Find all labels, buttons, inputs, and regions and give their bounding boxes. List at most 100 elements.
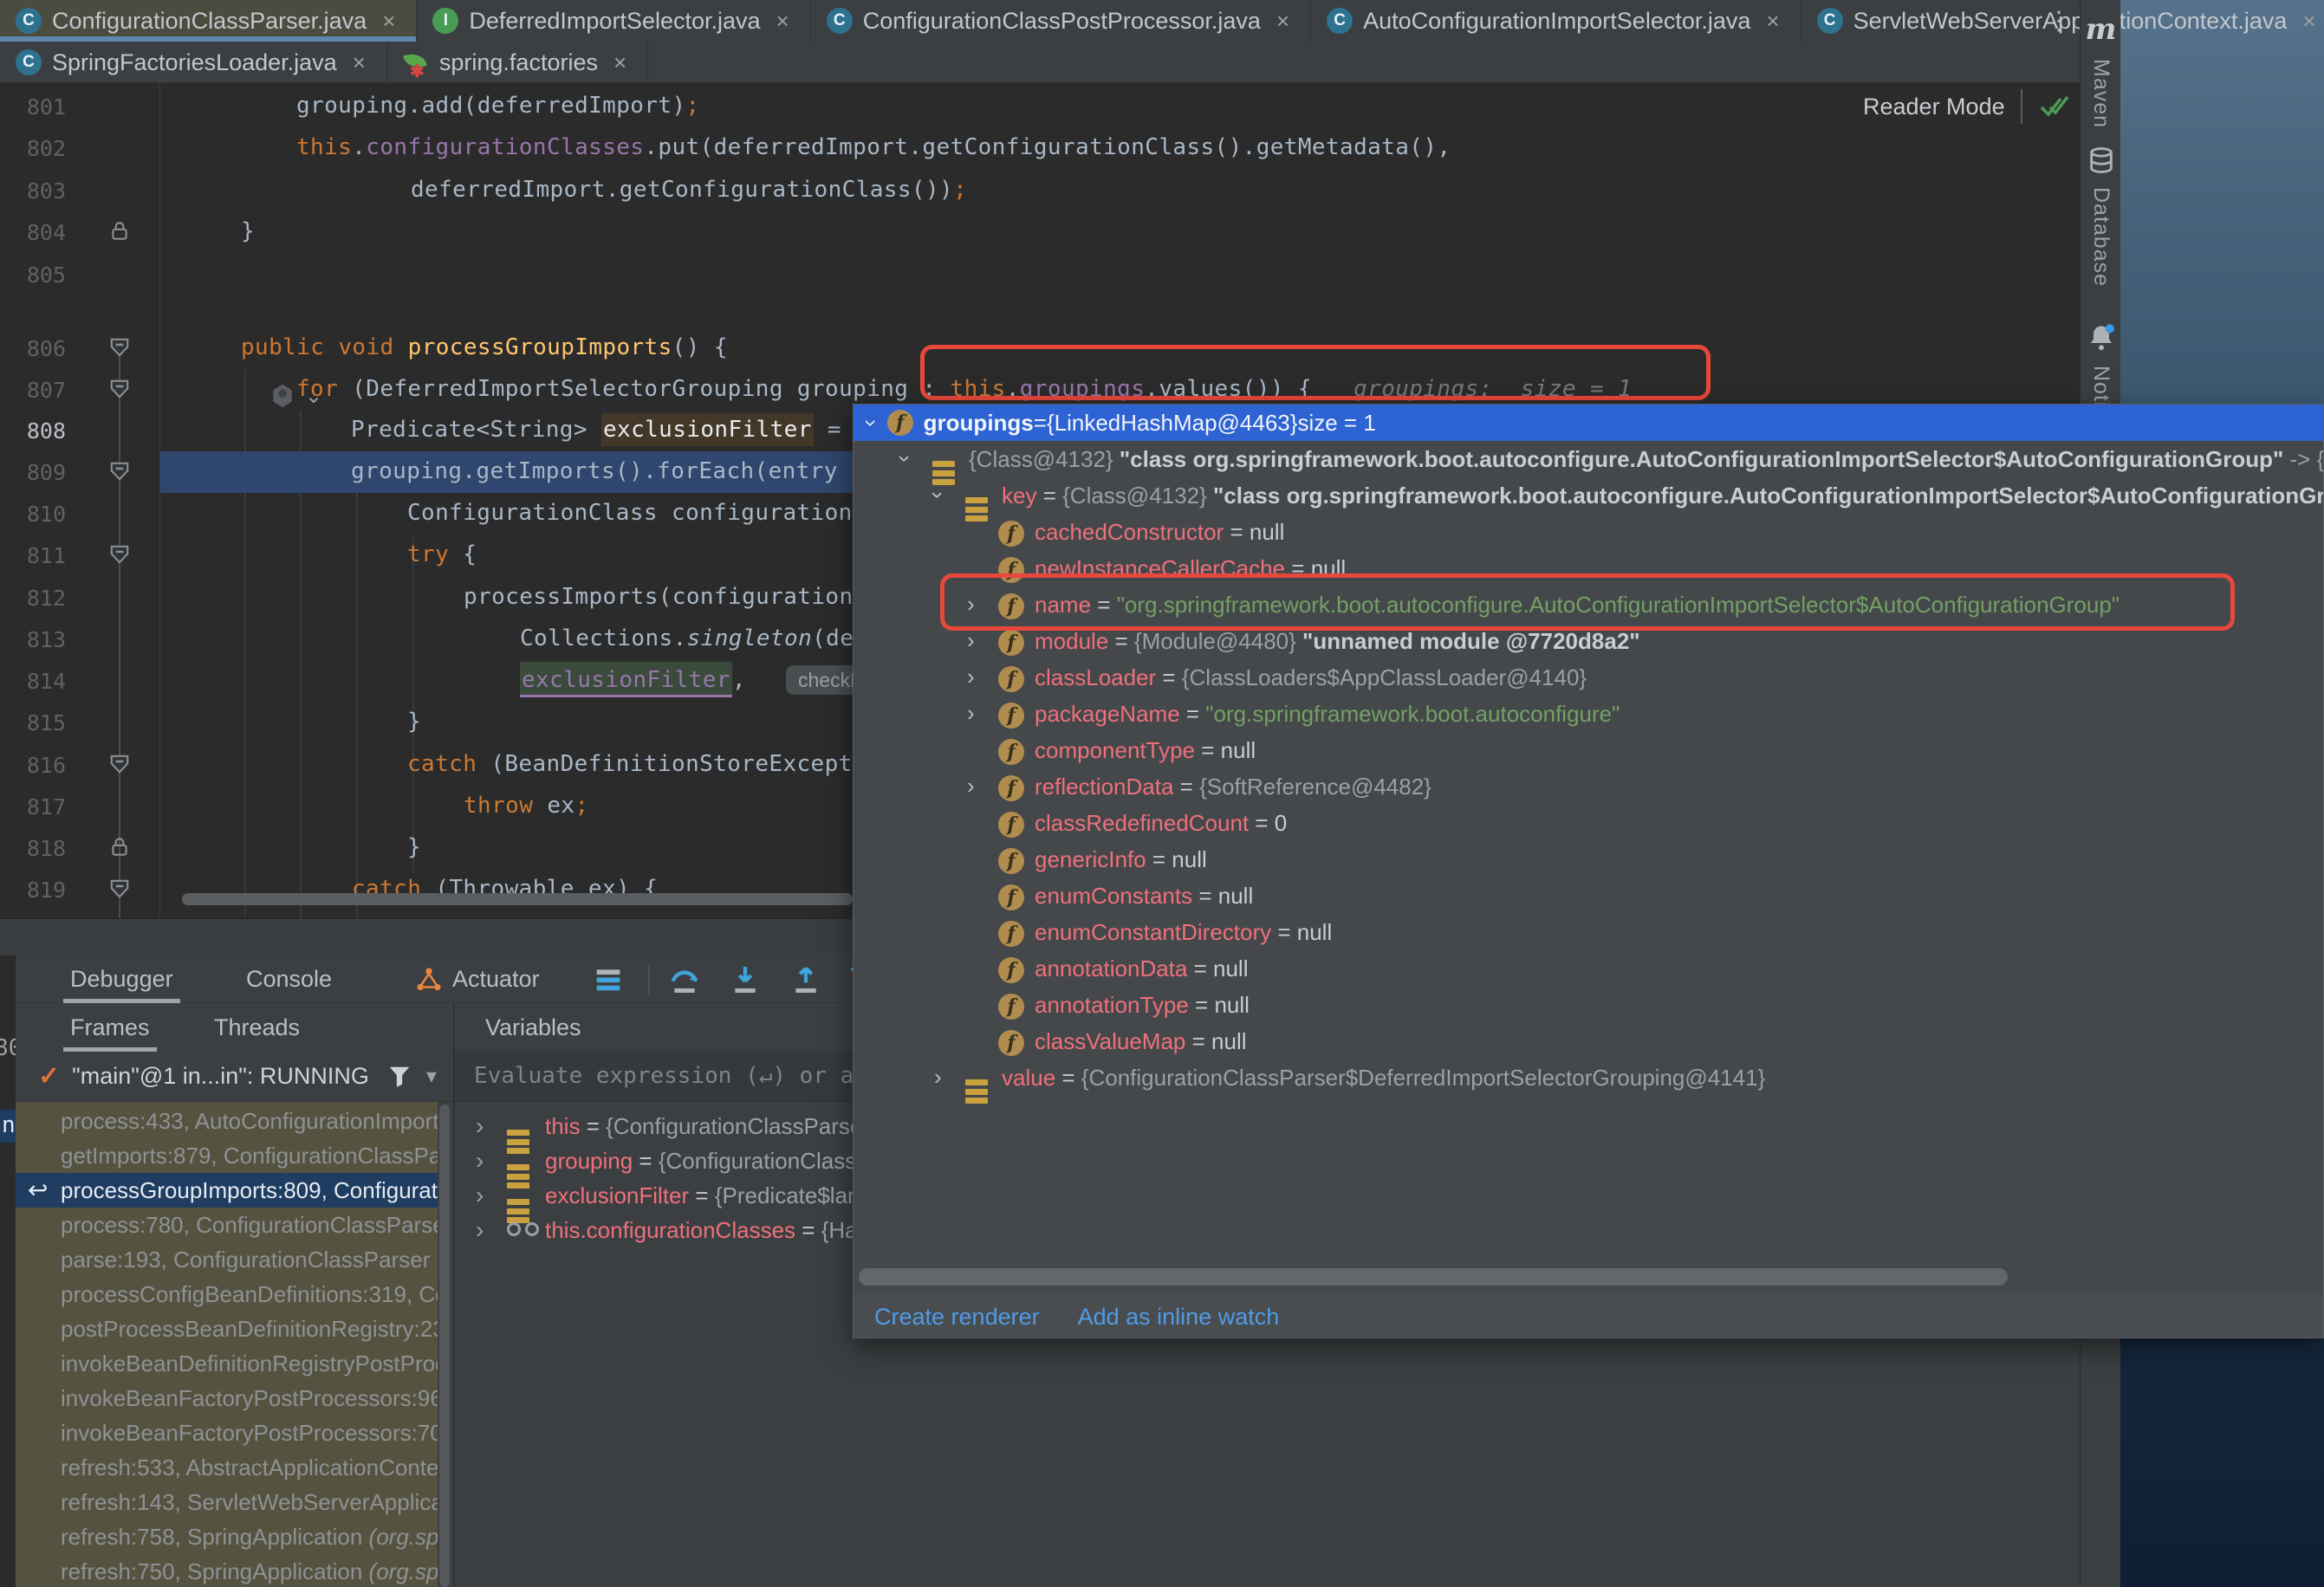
- chevron-right-icon[interactable]: ›: [476, 1147, 484, 1175]
- frames-list[interactable]: process:433, AutoConfigurationImportSele…: [16, 1102, 438, 1587]
- frame-row[interactable]: getImports:879, ConfigurationClassParser: [16, 1138, 438, 1173]
- frame-row[interactable]: invokeBeanDefinitionRegistryPostProcesso…: [16, 1346, 438, 1381]
- popup-tree-row[interactable]: fcachedConstructor = null: [854, 514, 2324, 550]
- tool-stripe-Maven[interactable]: mMaven: [2081, 12, 2121, 128]
- fold-marker-icon[interactable]: [108, 878, 131, 900]
- code-vision-inlay[interactable]: ⌄: [269, 383, 329, 409]
- close-icon[interactable]: ×: [1766, 8, 1779, 35]
- code-line-802[interactable]: 802this.configurationClasses.put(deferre…: [0, 127, 2080, 169]
- editor-horizontal-scrollbar[interactable]: [182, 893, 853, 905]
- fold-lock-icon[interactable]: [108, 836, 131, 858]
- fold-marker-icon[interactable]: [108, 378, 131, 400]
- frame-row[interactable]: refresh:750, SpringApplication (org.spri…: [16, 1554, 438, 1587]
- popup-tree-row[interactable]: fannotationType = null: [854, 987, 2324, 1023]
- code-line-803[interactable]: 803deferredImport.getConfigurationClass(…: [0, 170, 2080, 211]
- panel-tab-Console[interactable]: Console: [246, 955, 332, 1003]
- subtab-Frames[interactable]: Frames: [70, 1003, 150, 1052]
- close-icon[interactable]: ×: [1276, 8, 1289, 35]
- popup-tree-row[interactable]: ›key = {Class@4132} "class org.springfra…: [854, 477, 2324, 514]
- fold-lock-icon[interactable]: [108, 220, 131, 243]
- layout-options-icon[interactable]: [591, 962, 626, 997]
- frame-row[interactable]: parse:193, ConfigurationClassParser: [16, 1242, 438, 1277]
- code-text: throw ex;: [464, 793, 589, 819]
- frames-scrollbar[interactable]: [439, 1104, 450, 1587]
- chevron-down-icon[interactable]: ▾: [426, 1064, 437, 1089]
- field-icon: f: [998, 812, 1024, 838]
- frame-row[interactable]: refresh:533, AbstractApplicationContext: [16, 1450, 438, 1485]
- chevron-right-icon[interactable]: ›: [476, 1112, 484, 1140]
- frame-row[interactable]: processConfigBeanDefinitions:319, Config…: [16, 1277, 438, 1312]
- popup-tree-row[interactable]: fcomponentType = null: [854, 732, 2324, 768]
- popup-tree-row[interactable]: fgenericInfo = null: [854, 841, 2324, 878]
- chevron-down-icon[interactable]: ›: [858, 419, 885, 427]
- panel-tab-Actuator[interactable]: Actuator: [414, 955, 540, 1003]
- fold-marker-icon[interactable]: [108, 543, 131, 566]
- fold-marker-icon[interactable]: [108, 336, 131, 359]
- editor-tab-ConfigurationClassParser.java[interactable]: CConfigurationClassParser.java×: [0, 0, 417, 42]
- popup-tree-row[interactable]: ›value = {ConfigurationClassParser$Defer…: [854, 1059, 2324, 1096]
- step-over-icon[interactable]: [667, 962, 702, 997]
- frame-row[interactable]: process:780, ConfigurationClassParser: [16, 1208, 438, 1242]
- reader-mode-widget[interactable]: Reader Mode: [1863, 87, 2073, 126]
- step-out-icon[interactable]: [789, 962, 823, 997]
- chevron-right-icon[interactable]: ›: [476, 1216, 484, 1244]
- editor-tab-ConfigurationClassPostProcessor.java[interactable]: CConfigurationClassPostProcessor.java×: [811, 0, 1311, 42]
- field-icon: f: [998, 921, 1024, 947]
- frame-row[interactable]: refresh:758, SpringApplication (org.spri…: [16, 1519, 438, 1554]
- popup-tree-row[interactable]: ›fpackageName = "org.springframework.boo…: [854, 696, 2324, 732]
- line-number: 806: [7, 336, 66, 361]
- debugger-value-popup[interactable]: › f groupings = {LinkedHashMap@4463} siz…: [853, 404, 2324, 1338]
- filter-funnel-icon[interactable]: [386, 1064, 412, 1090]
- fold-marker-icon[interactable]: [108, 460, 131, 483]
- popup-tree-row[interactable]: fannotationData = null: [854, 950, 2324, 987]
- chevron-right-icon[interactable]: ›: [476, 1182, 484, 1209]
- frame-row[interactable]: postProcessBeanDefinitionRegistry:236, C…: [16, 1312, 438, 1346]
- close-icon[interactable]: ×: [2302, 8, 2315, 35]
- popup-tree-row[interactable]: ›{Class@4132} "class org.springframework…: [854, 441, 2324, 477]
- field-icon: f: [998, 630, 1024, 656]
- tool-stripe-Database[interactable]: Database: [2081, 146, 2121, 287]
- editor-tab-DeferredImportSelector.java[interactable]: IDeferredImportSelector.java×: [417, 0, 810, 42]
- chevron-right-icon[interactable]: ›: [967, 664, 975, 690]
- frame-row[interactable]: process:433, AutoConfigurationImportSele…: [16, 1104, 438, 1138]
- frame-row[interactable]: ↩processGroupImports:809, ConfigurationC…: [16, 1173, 438, 1208]
- popup-header-row[interactable]: › f groupings = {LinkedHashMap@4463} siz…: [854, 405, 2323, 441]
- popup-tree-row[interactable]: fenumConstants = null: [854, 878, 2324, 914]
- panel-tab-Debugger[interactable]: Debugger: [70, 955, 173, 1003]
- chevron-down-icon[interactable]: ›: [892, 455, 919, 463]
- line-number: 813: [7, 627, 66, 652]
- chevron-right-icon[interactable]: ›: [967, 700, 975, 727]
- close-icon[interactable]: ×: [382, 8, 395, 35]
- inspections-ok-icon[interactable]: [2038, 92, 2073, 121]
- frame-row[interactable]: invokeBeanFactoryPostProcessors:96, Post…: [16, 1381, 438, 1415]
- frame-row[interactable]: invokeBeanFactoryPostProcessors:707, Abs…: [16, 1415, 438, 1450]
- code-line-804[interactable]: 804}: [0, 211, 2080, 253]
- chevron-right-icon[interactable]: ›: [967, 627, 975, 654]
- tab-overflow-icon[interactable]: ⋮: [2042, 3, 2076, 38]
- chevron-down-icon[interactable]: ›: [925, 491, 951, 499]
- editor-tab-spring.factories[interactable]: ✱spring.factories×: [387, 42, 648, 83]
- close-icon[interactable]: ×: [613, 49, 626, 76]
- editor-tab-AutoConfigurationImportSelector.java[interactable]: CAutoConfigurationImportSelector.java×: [1311, 0, 1801, 42]
- popup-tree-row[interactable]: ›freflectionData = {SoftReference@4482}: [854, 768, 2324, 805]
- editor-tab-SpringFactoriesLoader.java[interactable]: CSpringFactoriesLoader.java×: [0, 42, 387, 83]
- popup-tree-row[interactable]: ›fclassLoader = {ClassLoaders$AppClassLo…: [854, 659, 2324, 696]
- step-into-icon[interactable]: [728, 962, 763, 997]
- subtab-Threads[interactable]: Threads: [214, 1003, 300, 1052]
- frame-row[interactable]: refresh:143, ServletWebServerApplication…: [16, 1485, 438, 1519]
- code-line-801[interactable]: 801grouping.add(deferredImport);: [0, 86, 2080, 127]
- popup-tree-row[interactable]: fclassValueMap = null: [854, 1023, 2324, 1059]
- popup-horizontal-scrollbar[interactable]: [859, 1268, 2008, 1286]
- popup-link-Create renderer[interactable]: Create renderer: [874, 1304, 1040, 1331]
- fold-marker-icon[interactable]: [108, 753, 131, 775]
- reader-mode-label[interactable]: Reader Mode: [1863, 94, 2005, 120]
- popup-link-Add as inline watch[interactable]: Add as inline watch: [1078, 1304, 1280, 1331]
- chevron-right-icon[interactable]: ›: [967, 773, 975, 800]
- popup-tree-row[interactable]: fenumConstantDirectory = null: [854, 914, 2324, 950]
- code-line-805[interactable]: 805: [0, 254, 2080, 295]
- thread-selector[interactable]: ✓ "main"@1 in...in": RUNNING ▾: [16, 1052, 453, 1102]
- popup-tree-row[interactable]: fclassRedefinedCount = 0: [854, 805, 2324, 841]
- chevron-right-icon[interactable]: ›: [934, 1064, 942, 1091]
- close-icon[interactable]: ×: [353, 49, 366, 76]
- close-icon[interactable]: ×: [776, 8, 789, 35]
